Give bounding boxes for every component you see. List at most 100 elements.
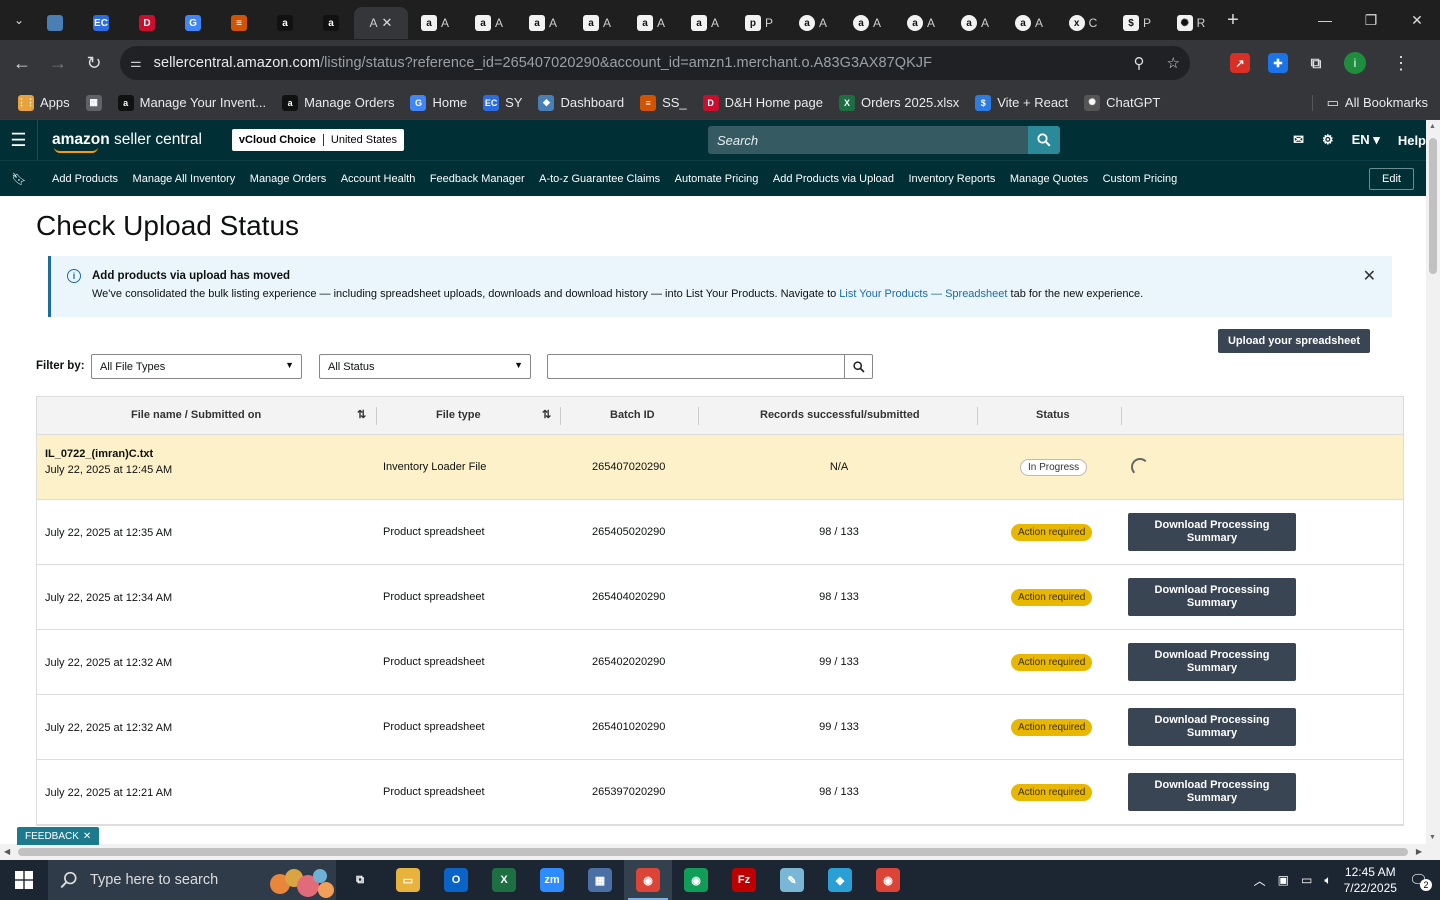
browser-tab[interactable]: aA (840, 7, 894, 39)
horizontal-scrollbar[interactable]: ◀ ▶ (0, 844, 1440, 860)
zoom-magnifier-icon[interactable]: ⚲ (1134, 54, 1145, 72)
taskbar-search-box[interactable]: Type here to search (48, 860, 336, 900)
nav-link-a-to-z-guarantee-claims[interactable]: A-to-z Guarantee Claims (539, 173, 660, 185)
bookmark-item[interactable]: a Manage Your Invent... (117, 94, 266, 111)
browser-tab[interactable]: aA (678, 7, 732, 39)
minimize-icon[interactable]: — (1302, 0, 1348, 40)
tab-search-chevron-icon[interactable]: ⌄ (6, 7, 32, 33)
all-bookmarks-button[interactable]: ▭ All Bookmarks (1311, 94, 1428, 111)
sort-arrows-icon[interactable]: ⇅ (542, 408, 551, 421)
status-select[interactable]: All Status ▼ (319, 354, 531, 379)
nav-link-manage-quotes[interactable]: Manage Quotes (1010, 173, 1088, 185)
download-processing-summary-button[interactable]: Download Processing Summary (1128, 773, 1296, 811)
close-window-icon[interactable]: ✕ (1394, 0, 1440, 40)
download-processing-summary-button[interactable]: Download Processing Summary (1128, 708, 1296, 746)
bookmark-item[interactable]: G Home (410, 94, 467, 111)
notifications-icon[interactable]: 🗨︎ 2 (1409, 871, 1432, 891)
browser-tab[interactable]: a (308, 7, 354, 39)
browser-tab[interactable]: D (124, 7, 170, 39)
browser-tab[interactable]: aA (408, 7, 462, 39)
nav-link-add-products[interactable]: Add Products (52, 173, 118, 185)
browser-tab[interactable]: xC (1056, 7, 1110, 39)
browser-tab[interactable]: aA (624, 7, 678, 39)
browser-tab[interactable]: aA (786, 7, 840, 39)
network-icon[interactable]: ▭ (1301, 873, 1312, 887)
browser-tab[interactable]: a (262, 7, 308, 39)
bookmark-item[interactable]: X Orders 2025.xlsx (838, 94, 959, 111)
nav-link-manage-orders[interactable]: Manage Orders (250, 173, 326, 185)
nav-link-add-products-via-upload[interactable]: Add Products via Upload (773, 173, 894, 185)
extensions-puzzle-icon[interactable]: ⧉ (1306, 53, 1326, 73)
hamburger-menu-icon[interactable]: ☰ (0, 120, 38, 160)
app-diamond-taskbar-button[interactable]: ◆ (816, 860, 864, 900)
bookmark-item[interactable]: ≡ SS_ (640, 94, 687, 111)
browser-tab[interactable]: aA (948, 7, 1002, 39)
browser-tab[interactable]: A ✕ (354, 7, 408, 39)
browser-tab[interactable]: ≡ (216, 7, 262, 39)
download-processing-summary-button[interactable]: Download Processing Summary (1128, 578, 1296, 616)
scroll-right-arrow-icon[interactable]: ▶ (1416, 847, 1422, 856)
new-tab-plus-icon[interactable]: + (1218, 9, 1248, 32)
download-processing-summary-button[interactable]: Download Processing Summary (1128, 513, 1296, 551)
back-arrow-icon[interactable]: ← (4, 53, 40, 74)
language-selector[interactable]: EN ▾ (1352, 132, 1380, 148)
col-file-type[interactable]: File type (436, 409, 481, 421)
bookmark-item[interactable]: ▦ (85, 94, 102, 111)
vertical-scroll-thumb[interactable] (1429, 138, 1437, 274)
bookmark-item[interactable]: $ Vite + React (975, 94, 1068, 111)
seller-central-search-input[interactable]: Search (707, 126, 1028, 154)
bookmark-flag-icon[interactable]: 🔖︎ (0, 172, 38, 186)
url-text[interactable]: sellercentral.amazon.com/listing/status?… (154, 55, 932, 71)
browser-tab[interactable]: aA (894, 7, 948, 39)
scroll-left-arrow-icon[interactable]: ◀ (4, 847, 10, 856)
bookmark-item[interactable]: a Manage Orders (282, 94, 394, 111)
browser-tab[interactable]: G (170, 7, 216, 39)
chrome-taskbar-button[interactable]: ◉ (624, 860, 672, 900)
horizontal-scroll-thumb[interactable] (18, 848, 1408, 856)
scroll-up-arrow-icon[interactable]: ▲ (1429, 123, 1436, 130)
bookmark-item[interactable]: ◆ Dashboard (538, 94, 624, 111)
nav-link-automate-pricing[interactable]: Automate Pricing (675, 173, 759, 185)
outlook-taskbar-button[interactable]: O (432, 860, 480, 900)
file-type-select[interactable]: All File Types ▼ (91, 354, 302, 379)
browser-tab[interactable]: aA (1002, 7, 1056, 39)
filezilla-taskbar-button[interactable]: Fz (720, 860, 768, 900)
chrome-profile-taskbar-button[interactable]: ◉ (864, 860, 912, 900)
sort-arrows-icon[interactable]: ⇅ (357, 408, 366, 421)
site-info-icon[interactable]: ⚌ (130, 55, 142, 71)
list-your-products-link[interactable]: List Your Products — Spreadsheet (839, 288, 1007, 300)
browser-tab[interactable]: $ P (1110, 7, 1164, 39)
browser-tab[interactable] (32, 7, 78, 39)
bookmark-item[interactable]: ⋮⋮ Apps (17, 94, 70, 111)
settings-gear-icon[interactable]: ⚙ (1322, 132, 1334, 148)
zoom-taskbar-button[interactable]: zm (528, 860, 576, 900)
tray-monitor-icon[interactable]: ▣ (1278, 873, 1289, 887)
profile-avatar-icon[interactable]: i (1344, 52, 1366, 74)
arrow-extension-icon[interactable]: ↗ (1230, 53, 1250, 73)
chrome-taskbar-button[interactable]: ◉ (672, 860, 720, 900)
bookmark-item[interactable]: ✺ ChatGPT (1084, 94, 1160, 111)
calculator-taskbar-button[interactable]: ▦ (576, 860, 624, 900)
restore-icon[interactable]: ❐ (1348, 0, 1394, 40)
tray-chevron-up-icon[interactable]: ︿ (1254, 872, 1266, 889)
omnibox[interactable]: ⚌ sellercentral.amazon.com/listing/statu… (120, 46, 1190, 80)
browser-tab[interactable]: ✺ R (1164, 7, 1218, 39)
batch-search-input[interactable] (547, 354, 845, 379)
chrome-menu-icon[interactable]: ⋮ (1392, 53, 1410, 74)
search-button[interactable] (1027, 126, 1060, 154)
nav-link-manage-all-inventory[interactable]: Manage All Inventory (133, 173, 236, 185)
forward-arrow-icon[interactable]: → (40, 53, 76, 74)
browser-tab[interactable]: aA (516, 7, 570, 39)
notepad-taskbar-button[interactable]: ✎ (768, 860, 816, 900)
clock[interactable]: 12:45 AM 7/22/2025 (1344, 864, 1397, 896)
file-explorer-taskbar-button[interactable]: ▭ (384, 860, 432, 900)
volume-icon[interactable]: 🔈︎ (1324, 873, 1331, 888)
seller-central-logo[interactable]: amazon seller central (52, 131, 202, 153)
browser-tab[interactable]: EC (78, 7, 124, 39)
upload-spreadsheet-button[interactable]: Upload your spreadsheet (1218, 329, 1370, 353)
nav-link-custom-pricing[interactable]: Custom Pricing (1103, 173, 1178, 185)
excel-taskbar-button[interactable]: X (480, 860, 528, 900)
nav-link-inventory-reports[interactable]: Inventory Reports (909, 173, 996, 185)
bookmark-item[interactable]: D D&H Home page (702, 94, 823, 111)
col-file-name[interactable]: File name / Submitted on (131, 409, 261, 421)
